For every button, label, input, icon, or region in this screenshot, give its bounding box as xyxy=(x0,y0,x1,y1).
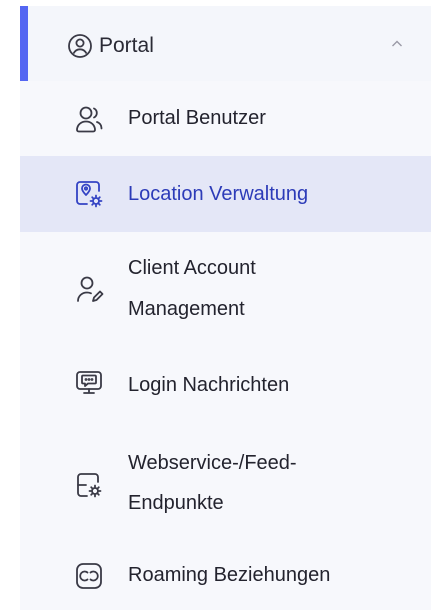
user-circle-icon xyxy=(67,33,93,59)
sidebar-nav: Portal Portal Benutzer Location Verwaltu… xyxy=(0,0,431,610)
roaming-icon xyxy=(74,561,104,591)
sidebar-section-portal[interactable]: Portal xyxy=(20,6,431,81)
chevron-up-icon[interactable] xyxy=(389,36,405,52)
sidebar-item-label: Login Nachrichten xyxy=(128,374,290,396)
message-monitor-icon xyxy=(74,369,104,399)
users-icon xyxy=(74,104,104,134)
sidebar-item-label-line2: Management xyxy=(128,298,245,320)
sidebar-item-client-account-management[interactable]: Client Account Management xyxy=(20,232,431,345)
sidebar-item-label: Portal Benutzer xyxy=(128,107,266,129)
user-edit-icon xyxy=(74,274,104,304)
sidebar-item-location-verwaltung[interactable]: Location Verwaltung xyxy=(20,156,431,232)
sidebar-item-roaming-beziehungen[interactable]: Roaming Beziehungen xyxy=(20,540,431,610)
sidebar-item-webservice-feed-endpunkte[interactable]: Webservice-/Feed- Endpunkte xyxy=(20,425,431,540)
section-label: Portal xyxy=(99,34,154,57)
server-settings-icon xyxy=(74,470,104,500)
sidebar-item-portal-benutzer[interactable]: Portal Benutzer xyxy=(20,81,431,156)
sidebar-item-label: Location Verwaltung xyxy=(128,183,309,205)
sidebar-item-label-line2: Endpunkte xyxy=(128,492,224,514)
sidebar-item-label: Webservice-/Feed- xyxy=(128,452,297,474)
location-settings-icon xyxy=(74,179,104,209)
sidebar-item-label: Roaming Beziehungen xyxy=(128,564,331,586)
sidebar-item-login-nachrichten[interactable]: Login Nachrichten xyxy=(20,345,431,425)
active-accent-bar xyxy=(20,6,28,81)
sidebar-item-label: Client Account xyxy=(128,257,256,279)
